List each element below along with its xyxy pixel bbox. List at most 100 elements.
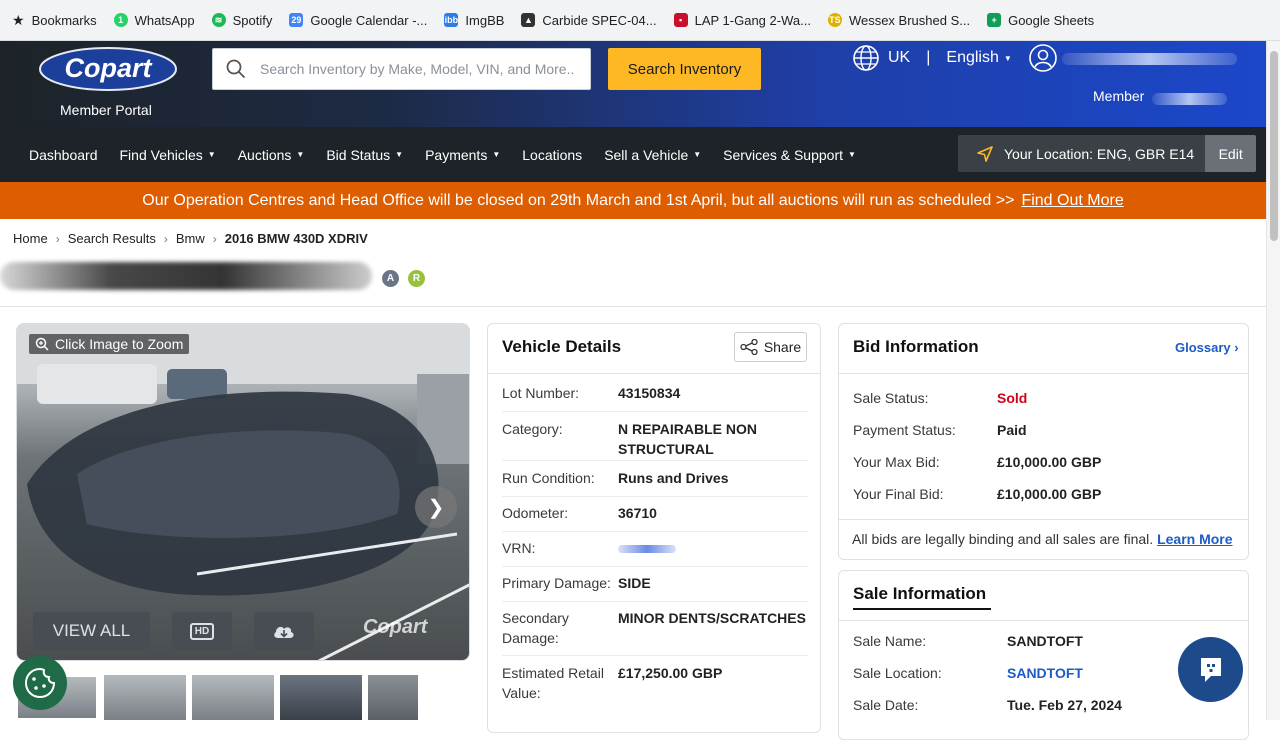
glossary-link[interactable]: Glossary › — [1175, 340, 1239, 355]
bookmark-google-calendar[interactable]: 29 Google Calendar -... — [289, 13, 427, 28]
chevron-down-icon: ▼ — [395, 150, 404, 159]
sale-row-name: Sale Name: SANDTOFT — [853, 633, 1083, 649]
bookmark-carbide[interactable]: ▲ Carbide SPEC-04... — [521, 13, 657, 28]
cookie-settings-button[interactable] — [13, 656, 67, 710]
whatsapp-icon: 1 — [113, 13, 128, 27]
view-all-label: VIEW ALL — [52, 621, 131, 640]
breadcrumb-home[interactable]: Home — [13, 231, 48, 246]
view-all-button[interactable]: VIEW ALL — [33, 612, 150, 650]
detail-label: Estimated Retail Value: — [502, 665, 604, 701]
search-inventory-button[interactable]: Search Inventory — [608, 48, 761, 90]
nav-dashboard[interactable]: Dashboard — [29, 147, 98, 163]
hd-icon: HD — [189, 622, 215, 640]
bookmark-whatsapp[interactable]: 1 WhatsApp — [113, 12, 195, 28]
header-separator: | — [926, 49, 931, 66]
detail-row-estimated-retail-value: Estimated Retail Value: £17,250.00 GBP — [502, 663, 808, 711]
bookmark-label: Google Calendar -... — [310, 12, 428, 28]
page-scrollbar[interactable] — [1266, 41, 1280, 720]
bookmarks-bar: ★ Bookmarks 1 WhatsApp ≋ Spotify 29 Goog… — [0, 0, 1280, 41]
detail-label: VRN: — [502, 540, 536, 556]
edit-location-button[interactable]: Edit — [1205, 135, 1257, 172]
bookmark-bookmarks[interactable]: ★ Bookmarks — [12, 12, 97, 29]
star-icon: ★ — [12, 11, 25, 28]
copart-logo-icon: Copart — [39, 47, 177, 91]
lap-icon: ▪ — [673, 13, 688, 27]
site-header: Copart Member Portal Search Inventory UK… — [0, 41, 1266, 127]
card-divider — [488, 373, 820, 374]
main-nav: Dashboard Find Vehicles ▼ Auctions ▼ Bid S… — [0, 127, 1266, 182]
thumbnail[interactable] — [280, 675, 362, 720]
nav-payments[interactable]: Payments ▼ — [425, 147, 500, 163]
nav-label: Dashboard — [29, 146, 98, 163]
card-divider — [839, 373, 1248, 374]
nav-auctions[interactable]: Auctions ▼ — [238, 147, 305, 163]
language-selector[interactable]: English — [946, 49, 998, 67]
breadcrumb-make[interactable]: Bmw — [176, 231, 205, 246]
share-icon — [740, 339, 758, 355]
download-button[interactable] — [254, 612, 314, 650]
zoom-label-text: Click Image to Zoom — [55, 336, 184, 352]
find-out-more-link[interactable]: Find Out More — [1021, 192, 1123, 210]
detail-value: 43150834 — [618, 385, 681, 401]
thumbnail[interactable] — [192, 675, 274, 720]
scrollbar-thumb[interactable] — [1270, 51, 1278, 241]
vehicle-photo[interactable] — [17, 324, 470, 661]
search-box[interactable] — [212, 48, 591, 90]
next-image-button[interactable]: ❯ — [415, 486, 457, 528]
bookmark-spotify[interactable]: ≋ Spotify — [211, 13, 272, 28]
location-arrow-icon — [977, 145, 993, 162]
wessex-icon: TS — [827, 13, 842, 27]
nav-services-support[interactable]: Services & Support ▼ — [723, 147, 856, 163]
bookmark-google-sheets[interactable]: + Google Sheets — [987, 13, 1094, 28]
detail-value: £17,250.00 GBP — [618, 665, 723, 681]
bid-information-card: Bid Information Glossary › Sale Status: … — [838, 323, 1249, 560]
bookmark-label: WhatsApp — [134, 12, 195, 28]
bid-label: Your Max Bid: — [853, 454, 940, 470]
learn-more-link[interactable]: Learn More — [1157, 531, 1232, 547]
detail-label: Run Condition: — [502, 470, 595, 486]
sale-value: SANDTOFT — [1007, 633, 1083, 649]
nav-label: Auctions — [237, 146, 292, 163]
region-selector[interactable]: UK — [888, 49, 910, 67]
nav-sell-a-vehicle[interactable]: Sell a Vehicle ▼ — [604, 147, 701, 163]
click-to-zoom-label[interactable]: Click Image to Zoom — [29, 334, 190, 354]
share-button[interactable]: Share — [734, 332, 807, 362]
bid-value: £10,000.00 GBP — [997, 486, 1102, 502]
detail-row-primary-damage: Primary Damage: SIDE — [502, 573, 808, 602]
copart-watermark: Copart — [363, 616, 428, 638]
chat-button[interactable] — [1178, 637, 1243, 702]
thumbnail[interactable] — [104, 675, 186, 720]
user-account-icon[interactable] — [1028, 43, 1058, 73]
bookmark-label: LAP 1-Gang 2-Wa... — [694, 12, 811, 28]
breadcrumb-search-results[interactable]: Search Results — [68, 231, 156, 246]
bookmark-imgbb[interactable]: ibb ImgBB — [444, 13, 504, 28]
chevron-right-icon: › — [163, 231, 168, 246]
search-icon — [226, 59, 246, 79]
announcement-banner: Our Operation Centres and Head Office wi… — [0, 182, 1266, 219]
bookmark-wessex[interactable]: TS Wessex Brushed S... — [827, 12, 971, 28]
breadcrumb-current: 2016 BMW 430D XDRIV — [224, 231, 368, 246]
detail-row-run-condition: Run Condition: Runs and Drives — [502, 468, 808, 497]
nav-label: Bid Status — [326, 146, 391, 163]
hd-button[interactable]: HD — [172, 612, 232, 650]
member-portal-label: Member Portal — [60, 102, 152, 118]
nav-locations[interactable]: Locations — [522, 147, 582, 163]
nav-bid-status[interactable]: Bid Status ▼ — [326, 147, 403, 163]
bid-label: Payment Status: — [853, 422, 956, 438]
thumbnail[interactable] — [368, 675, 418, 720]
chat-icon — [1200, 657, 1221, 682]
detail-value: MINOR DENTS/SCRATCHES — [618, 610, 806, 626]
sale-status-value: Sold — [997, 390, 1028, 406]
sheets-icon: + — [987, 13, 1002, 27]
sale-location-link[interactable]: SANDTOFT — [1007, 665, 1083, 681]
chevron-right-icon: › — [1234, 340, 1239, 355]
vehicle-image-gallery[interactable]: Click Image to Zoom ❯ VIEW ALL HD Copart — [16, 323, 470, 661]
nav-find-vehicles[interactable]: Find Vehicles ▼ — [120, 147, 216, 163]
copart-logo[interactable]: Copart — [38, 45, 178, 93]
breadcrumb: Home › Search Results › Bmw › 2016 BMW 4… — [13, 231, 368, 246]
detail-label: Odometer: — [502, 505, 569, 521]
bookmark-lap[interactable]: ▪ LAP 1-Gang 2-Wa... — [673, 12, 811, 28]
search-input[interactable] — [260, 61, 580, 77]
bookmark-label: Wessex Brushed S... — [848, 12, 971, 28]
chevron-down-icon: ▼ — [693, 150, 702, 159]
